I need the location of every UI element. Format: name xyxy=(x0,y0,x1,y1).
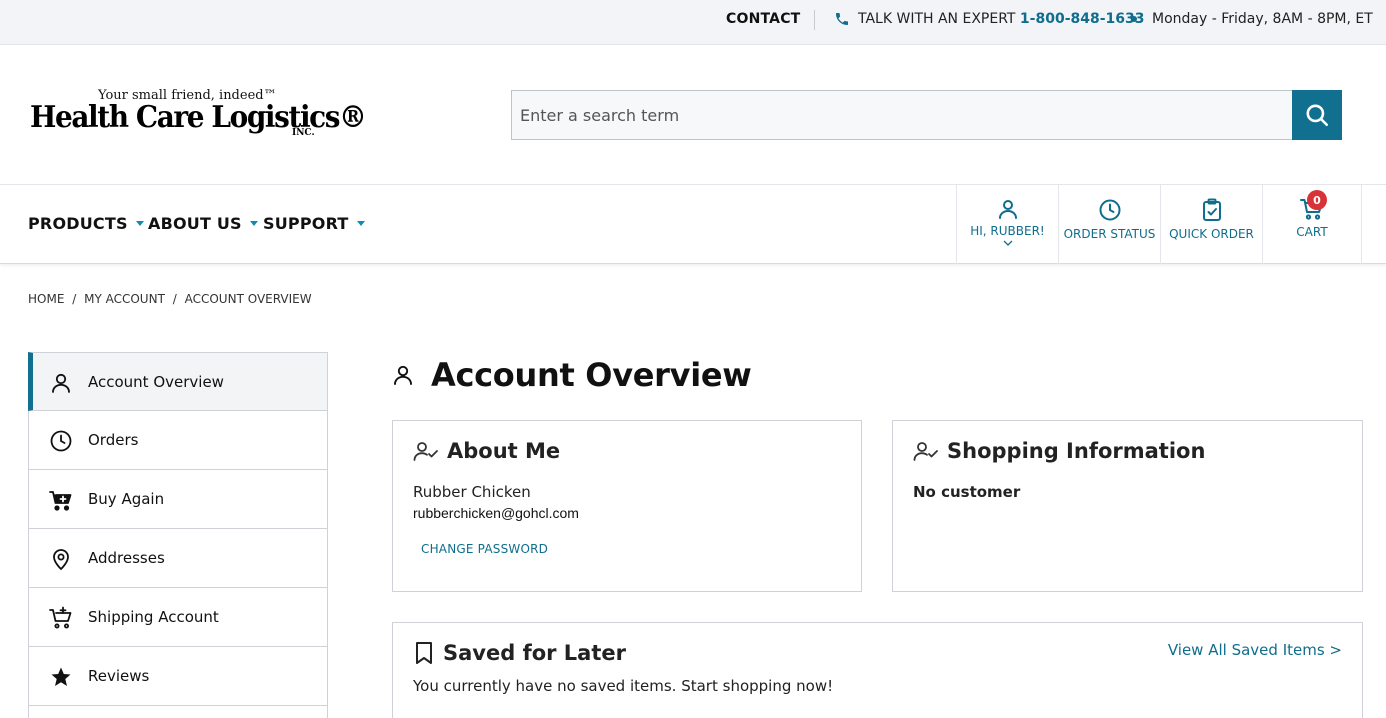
clock-icon xyxy=(50,430,72,452)
change-password-link[interactable]: CHANGE PASSWORD xyxy=(421,542,548,556)
shopping-information-card: Shopping Information No customer xyxy=(892,420,1363,592)
cart-label: CART xyxy=(1296,225,1328,239)
logo-brand: Health Care Logistics® xyxy=(30,100,367,135)
cart-count-badge: 0 xyxy=(1307,190,1327,210)
sidebar-item-label: Reviews xyxy=(88,667,150,685)
breadcrumb-home[interactable]: HOME xyxy=(28,292,64,306)
sidebar-item-label: Buy Again xyxy=(88,490,165,508)
phone-number-link[interactable]: 1-800-848-1633 xyxy=(1020,11,1145,27)
about-me-title: About Me xyxy=(447,439,561,463)
about-me-card: About Me Rubber Chicken rubberchicken@go… xyxy=(392,420,862,592)
user-icon xyxy=(52,373,70,393)
star-icon xyxy=(51,667,71,686)
caret-down-icon xyxy=(356,221,365,226)
caret-down-icon xyxy=(249,221,258,226)
order-status-link[interactable]: ORDER STATUS xyxy=(1058,185,1160,264)
customer-name: Rubber Chicken xyxy=(413,483,531,501)
business-hours: Monday - Friday, 8AM - 8PM, ET xyxy=(1152,11,1373,27)
saved-for-later-header: Saved for Later xyxy=(413,641,626,665)
saved-for-later-card: Saved for Later View All Saved Items > Y… xyxy=(392,622,1363,718)
user-icon xyxy=(998,200,1017,219)
shipping-cart-icon xyxy=(49,606,72,629)
search-input[interactable] xyxy=(511,90,1293,140)
account-sidebar: Account Overview Orders Buy Again Addres… xyxy=(28,352,328,718)
clock-icon xyxy=(1099,199,1120,221)
cart-link[interactable]: 0 CART xyxy=(1262,185,1362,264)
breadcrumb-separator: / xyxy=(172,292,177,306)
saved-items-empty-message: You currently have no saved items. Start… xyxy=(413,677,834,695)
breadcrumb-my-account[interactable]: MY ACCOUNT xyxy=(84,292,165,306)
separator-dot xyxy=(1131,16,1137,22)
sidebar-item-reviews[interactable]: Reviews xyxy=(28,647,328,706)
account-menu[interactable]: HI, RUBBER! xyxy=(956,185,1058,264)
view-all-saved-items-link[interactable]: View All Saved Items > xyxy=(1168,641,1342,659)
phone-icon xyxy=(836,13,848,25)
site-logo[interactable]: Your small friend, indeed™ Health Care L… xyxy=(28,88,367,143)
clipboard-check-icon xyxy=(1202,198,1221,221)
breadcrumb-current: ACCOUNT OVERVIEW xyxy=(184,292,312,306)
logo-inc: INC. xyxy=(292,128,315,138)
search-bar xyxy=(511,90,1342,140)
breadcrumb-separator: / xyxy=(72,292,77,306)
user-icon xyxy=(394,365,412,385)
nav-support[interactable]: SUPPORT xyxy=(263,214,365,233)
sidebar-item-partial[interactable] xyxy=(28,706,328,718)
sidebar-item-orders[interactable]: Orders xyxy=(28,411,328,470)
sidebar-item-addresses[interactable]: Addresses xyxy=(28,529,328,588)
nav-about-us[interactable]: ABOUT US xyxy=(148,214,258,233)
nav-products-label: PRODUCTS xyxy=(28,214,128,233)
sidebar-item-account-overview[interactable]: Account Overview xyxy=(28,352,328,411)
customer-email: rubberchicken@gohcl.com xyxy=(413,505,579,521)
sidebar-item-label: Addresses xyxy=(88,549,165,567)
quick-order-label: QUICK ORDER xyxy=(1169,227,1254,241)
utility-bar: CONTACT TALK WITH AN EXPERT 1-800-848-16… xyxy=(0,0,1386,45)
account-greeting: HI, RUBBER! xyxy=(970,224,1045,238)
talk-label: TALK WITH AN EXPERT xyxy=(858,11,1020,27)
talk-with-expert: TALK WITH AN EXPERT 1-800-848-1633 xyxy=(858,11,1145,27)
sidebar-item-label: Account Overview xyxy=(88,373,224,391)
contact-link[interactable]: CONTACT xyxy=(726,11,800,27)
page-title: Account Overview xyxy=(431,356,752,394)
customer-status: No customer xyxy=(913,483,1021,501)
sidebar-item-shipping-account[interactable]: Shipping Account xyxy=(28,588,328,647)
order-status-label: ORDER STATUS xyxy=(1063,227,1156,241)
user-check-icon xyxy=(913,442,938,461)
about-me-header: About Me xyxy=(413,439,560,463)
saved-for-later-title: Saved for Later xyxy=(443,641,626,665)
map-pin-icon xyxy=(53,549,69,571)
chevron-down-icon xyxy=(1003,240,1012,246)
quick-order-link[interactable]: QUICK ORDER xyxy=(1160,185,1262,264)
shopping-information-title: Shopping Information xyxy=(947,439,1206,463)
nav-products[interactable]: PRODUCTS xyxy=(28,214,144,233)
user-check-icon xyxy=(413,442,438,461)
page-header: Account Overview xyxy=(391,356,752,394)
search-button[interactable] xyxy=(1292,90,1342,140)
nav-support-label: SUPPORT xyxy=(263,214,349,233)
main-navigation: PRODUCTS ABOUT US SUPPORT HI, RUBBER! OR… xyxy=(0,184,1386,264)
breadcrumb: HOME / MY ACCOUNT / ACCOUNT OVERVIEW xyxy=(28,292,316,306)
cart-plus-icon xyxy=(49,491,72,511)
bookmark-icon xyxy=(416,642,432,664)
sidebar-item-buy-again[interactable]: Buy Again xyxy=(28,470,328,529)
nav-about-label: ABOUT US xyxy=(148,214,242,233)
sidebar-item-label: Orders xyxy=(88,431,139,449)
shopping-information-header: Shopping Information xyxy=(913,439,1205,463)
divider xyxy=(814,10,815,30)
search-icon xyxy=(1306,104,1329,127)
sidebar-item-label: Shipping Account xyxy=(88,608,219,626)
caret-down-icon xyxy=(135,221,144,226)
